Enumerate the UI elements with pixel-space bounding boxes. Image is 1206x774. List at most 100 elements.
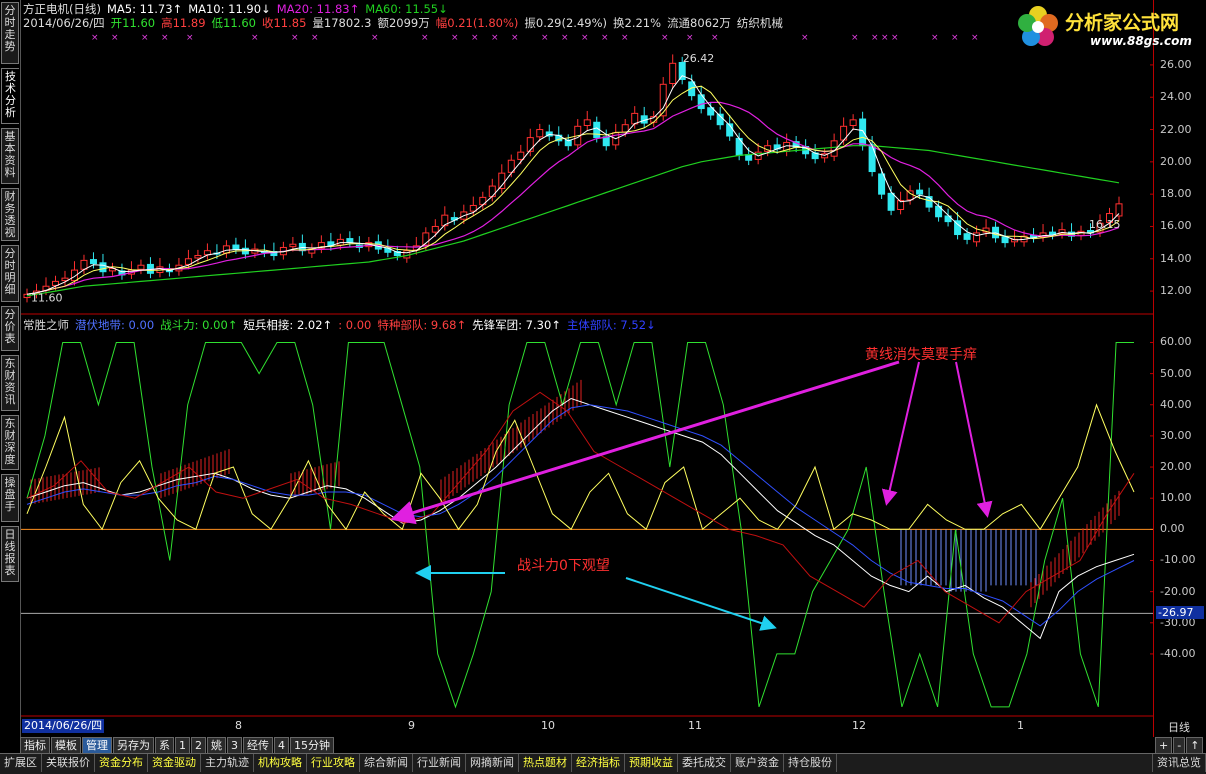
bottom-tab[interactable]: 行业攻略 (307, 754, 360, 772)
x-tick-label: 10 (541, 719, 555, 732)
bottom-tab[interactable]: 关联报价 (42, 754, 95, 772)
bottom-tab[interactable]: 经济指标 (572, 754, 625, 772)
logo-url: www.88gs.com (1090, 34, 1192, 48)
x-tick-label: 12 (852, 719, 866, 732)
candle-body (906, 190, 914, 201)
y-tick-label: 22.00 (1160, 122, 1192, 136)
bottom-tab[interactable]: 委托成交 (678, 754, 731, 772)
bottom-tab[interactable]: 机构攻略 (254, 754, 307, 772)
bottom-tab[interactable]: 热点题材 (519, 754, 572, 772)
signal-mark: × (801, 33, 809, 43)
candle-body (289, 243, 297, 248)
y-tick-label: -10.00 (1160, 553, 1196, 567)
date-box: 2014/06/26/四 (22, 719, 105, 733)
cursor-value-label: -26.97 (1156, 606, 1204, 620)
special-force-line (26, 391, 1135, 624)
sidebar-tab[interactable]: 财务透视 (1, 188, 19, 241)
signal-mark: × (711, 33, 719, 43)
signal-mark: × (541, 33, 549, 43)
signal-mark: × (491, 33, 499, 43)
bottom-tab[interactable]: 资金驱动 (148, 754, 201, 772)
candle-body (878, 173, 886, 195)
candle-body (887, 192, 895, 211)
signal-mark: × (511, 33, 519, 43)
candle-body (526, 137, 534, 152)
sidebar-tab[interactable]: 操盘手 (1, 474, 19, 522)
signal-mark: × (601, 33, 609, 43)
ma20-line (26, 101, 1120, 295)
last-price-label: 16.15 (1089, 218, 1121, 231)
y-tick-label: 18.00 (1160, 187, 1192, 201)
sidebar-tab[interactable]: 分时走势 (1, 2, 19, 64)
logo-title: 分析家公式网 (1065, 12, 1180, 34)
candle-body (631, 112, 639, 125)
y-tick-label: 16.00 (1160, 219, 1192, 233)
y-tick-label: -20.00 (1160, 584, 1196, 598)
sidebar-tab[interactable]: 技术分析 (1, 68, 19, 124)
sidebar-tab[interactable]: 基本资料 (1, 128, 19, 184)
y-tick-label: 60.00 (1160, 335, 1192, 349)
candle-body (517, 151, 525, 160)
candle-body (868, 144, 876, 173)
candle-body (659, 83, 667, 117)
candle-body (849, 119, 857, 126)
signal-mark: × (871, 33, 879, 43)
annotation-text: 战斗力0下观望 (517, 558, 610, 574)
x-tick-label: 8 (235, 719, 242, 732)
sidebar-tab[interactable]: 分价表 (1, 306, 19, 351)
annotation-arrow (881, 361, 920, 506)
candle-body (89, 259, 97, 265)
bottom-tab[interactable]: 行业新闻 (413, 754, 466, 772)
bottom-tab[interactable]: 持仓股份 (784, 754, 837, 772)
candle-body (203, 250, 211, 256)
y-tick-label: 0.00 (1160, 522, 1185, 536)
signal-mark: × (471, 33, 479, 43)
candle-body (621, 124, 629, 133)
signal-mark: × (421, 33, 429, 43)
signal-mark: × (371, 33, 379, 43)
candle-body (431, 225, 439, 233)
signal-mark: × (951, 33, 959, 43)
bottom-tab[interactable]: 扩展区 (0, 754, 42, 772)
candle-body (963, 233, 971, 240)
sidebar-tab[interactable]: 东财资讯 (1, 355, 19, 411)
info-overview-tab[interactable]: 资讯总览 (1152, 754, 1206, 772)
bottom-tab[interactable]: 资金分布 (95, 754, 148, 772)
candle-body (602, 136, 610, 147)
x-tick-label: 9 (408, 719, 415, 732)
signal-mark: × (291, 33, 299, 43)
bottom-tab[interactable]: 账户资金 (731, 754, 784, 772)
sidebar-tab[interactable]: 日线报表 (1, 526, 19, 582)
y-tick-label: 12.00 (1160, 284, 1192, 298)
candle-body (536, 129, 544, 138)
x-axis: 2014/06/26/四 8 9 10 11 12 1 日线 (0, 719, 1206, 735)
signal-mark: × (971, 33, 979, 43)
signal-mark: × (161, 33, 169, 43)
signal-mark: × (141, 33, 149, 43)
sidebar-tab[interactable]: 东财深度 (1, 415, 19, 470)
signal-mark: × (621, 33, 629, 43)
y-tick-label: 50.00 (1160, 366, 1192, 380)
candle-body (346, 238, 354, 244)
y-tick-label: 20.00 (1160, 154, 1192, 168)
signal-mark: × (251, 33, 259, 43)
series-line (26, 397, 1135, 640)
signal-mark: × (451, 33, 459, 43)
sidebar-tab[interactable]: 分时明细 (1, 245, 19, 302)
y-axis: 12.00 14.00 16.00 18.00 20.00 22.00 24.00 26.00… (1153, 0, 1206, 740)
candle-body (403, 250, 411, 259)
bottom-tab[interactable]: 预期收益 (625, 754, 678, 772)
candle-body (194, 255, 202, 259)
bottom-tab[interactable]: 主力轨迹 (201, 754, 254, 772)
candle-body (99, 262, 107, 273)
signal-mark: × (881, 33, 889, 43)
left-sidebar: 分时走势技术分析基本资料财务透视分时明细分价表东财资讯东财深度操盘手日线报表 (0, 0, 21, 740)
bottom-tab[interactable]: 综合新闻 (360, 754, 413, 772)
bottom-tab[interactable]: 网摘新闻 (466, 754, 519, 772)
high-price-label: 26.42 (683, 52, 715, 65)
candle-body (583, 119, 591, 126)
y-tick-label: 30.00 (1160, 428, 1192, 442)
signal-mark: × (686, 33, 694, 43)
candle-body (669, 62, 677, 85)
candle-body (1001, 236, 1009, 244)
